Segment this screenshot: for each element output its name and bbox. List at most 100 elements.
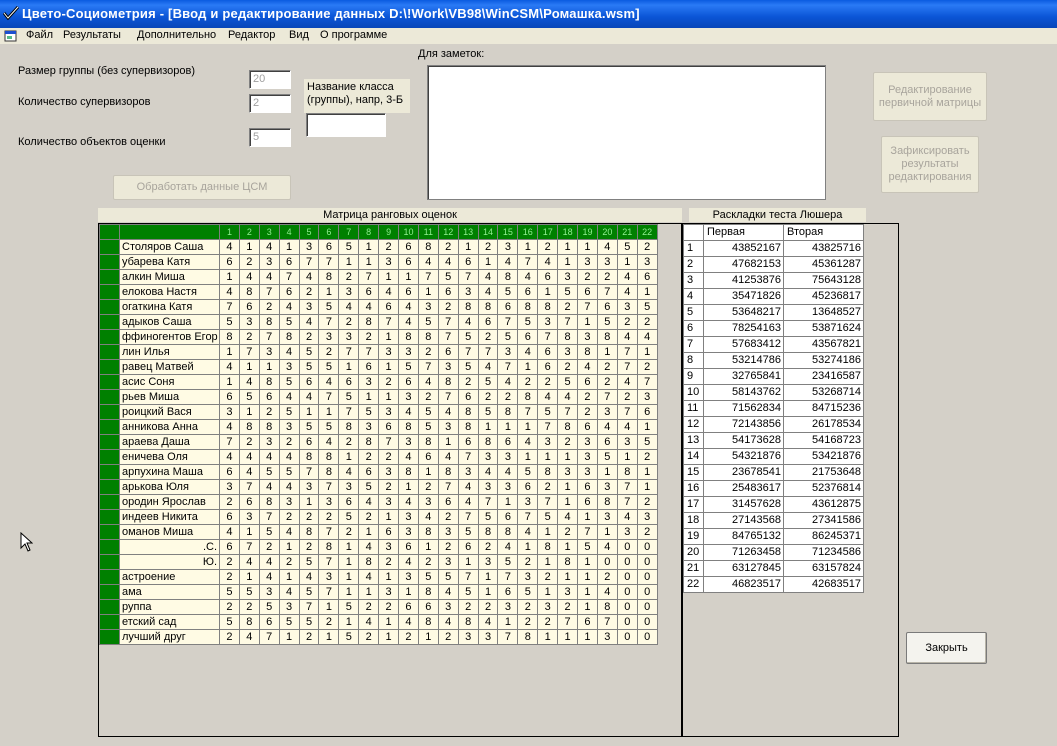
matrix-cell[interactable]: 7 [238,479,260,495]
matrix-cell[interactable]: 7 [278,269,300,285]
matrix-cell[interactable]: 7 [238,539,260,555]
matrix-cell[interactable]: 4 [497,374,519,390]
matrix-cell[interactable]: 1 [517,239,539,255]
matrix-cell[interactable]: 6 [517,329,539,345]
luscher-second-cell[interactable]: 27341586 [783,512,864,529]
matrix-cell[interactable]: 3 [398,344,419,360]
matrix-cell[interactable]: 3 [278,359,300,375]
luscher-row-number[interactable]: 3 [683,272,704,289]
matrix-cell[interactable]: 5 [238,584,260,600]
matrix-cell[interactable]: 3 [278,494,300,510]
matrix-cell[interactable]: 4 [298,314,320,330]
matrix-cell[interactable]: 5 [219,584,240,600]
matrix-cell[interactable]: 3 [219,404,240,420]
matrix-cell[interactable]: 4 [557,389,579,405]
luscher-second-cell[interactable]: 43612875 [783,496,864,513]
matrix-cell[interactable]: 1 [537,284,559,300]
matrix-cell[interactable]: 2 [477,599,499,615]
matrix-cell[interactable]: 5 [557,374,579,390]
matrix-cell[interactable]: 1 [577,554,598,570]
matrix-row-name[interactable]: равец Матвей [119,359,220,375]
matrix-cell[interactable]: 1 [378,614,400,630]
matrix-cell[interactable]: 3 [497,479,519,495]
matrix-cell[interactable]: 2 [338,524,360,540]
matrix-cell[interactable]: 8 [557,419,579,435]
matrix-cell[interactable]: 2 [557,524,579,540]
matrix-cell[interactable]: 1 [238,359,260,375]
matrix-cell[interactable]: 4 [437,254,459,270]
matrix-cell[interactable]: 4 [338,464,360,480]
fix-results-button[interactable]: Зафиксировать результаты редактирования [881,136,979,193]
matrix-cell[interactable]: 3 [398,389,419,405]
matrix-cell[interactable]: 5 [278,314,300,330]
matrix-cell[interactable]: 8 [417,524,439,540]
matrix-cell[interactable]: 1 [238,569,260,585]
matrix-cell[interactable]: 1 [457,239,479,255]
matrix-cell[interactable]: 2 [298,539,320,555]
matrix-cell[interactable]: 5 [219,314,240,330]
matrix-cell[interactable]: 6 [338,494,360,510]
matrix-row-name[interactable]: лин Илья [119,344,220,360]
matrix-cell[interactable]: 1 [378,329,400,345]
matrix-cell[interactable]: 1 [278,569,300,585]
matrix-cell[interactable]: 1 [318,599,340,615]
luscher-row-number[interactable]: 11 [683,400,704,417]
matrix-cell[interactable]: 6 [437,344,459,360]
matrix-cell[interactable]: 2 [537,374,559,390]
matrix-cell[interactable]: 2 [278,554,300,570]
matrix-cell[interactable]: 1 [517,539,539,555]
matrix-cell[interactable]: 8 [517,389,539,405]
matrix-row-name[interactable]: убарева Катя [119,254,220,270]
matrix-cell[interactable]: 3 [477,449,499,465]
matrix-cell[interactable]: 5 [338,239,360,255]
matrix-cell[interactable]: 6 [437,494,459,510]
matrix-cell[interactable]: 7 [318,389,340,405]
matrix-cell[interactable]: 1 [517,359,539,375]
matrix-cell[interactable]: 4 [557,509,579,525]
matrix-cell[interactable]: 6 [517,284,539,300]
matrix-cell[interactable]: 8 [596,599,618,615]
luscher-row-number[interactable]: 18 [683,512,704,529]
matrix-cell[interactable]: 3 [577,434,598,450]
matrix-cell[interactable]: 4 [437,449,459,465]
matrix-cell[interactable]: 7 [636,374,658,390]
luscher-first-cell[interactable]: 35471826 [703,288,784,305]
matrix-cell[interactable]: 3 [577,449,598,465]
matrix-cell[interactable]: 7 [318,479,340,495]
matrix-cell[interactable]: 2 [437,239,459,255]
matrix-cell[interactable]: 7 [537,494,559,510]
matrix-cell[interactable]: 5 [497,284,519,300]
matrix-cell[interactable]: 7 [358,269,380,285]
matrix-cell[interactable]: 7 [298,254,320,270]
matrix-cell[interactable]: 2 [219,629,240,645]
matrix-cell[interactable]: 3 [378,539,400,555]
matrix-cell[interactable]: 6 [219,464,240,480]
edit-primary-matrix-button[interactable]: Редактирование первичной матрицы [873,72,987,121]
matrix-cell[interactable]: 3 [577,254,598,270]
matrix-cell[interactable]: 7 [517,254,539,270]
matrix-cell[interactable]: 1 [557,479,579,495]
matrix-cell[interactable]: 8 [537,299,559,315]
matrix-cell[interactable]: 5 [338,509,360,525]
matrix-cell[interactable]: 2 [358,509,380,525]
luscher-row-number[interactable]: 6 [683,320,704,337]
matrix-cell[interactable]: 5 [596,314,618,330]
matrix-cell[interactable]: 4 [258,479,280,495]
matrix-row-header-cell[interactable] [99,569,120,585]
luscher-row-number[interactable]: 9 [683,368,704,385]
matrix-cell[interactable]: 5 [477,374,499,390]
matrix-cell[interactable]: 3 [338,479,360,495]
matrix-cell[interactable]: 1 [298,494,320,510]
matrix-cell[interactable]: 3 [398,509,419,525]
matrix-row-name[interactable]: етский сад [119,614,220,630]
luscher-second-cell[interactable]: 53268714 [783,384,864,401]
matrix-cell[interactable]: 1 [636,464,658,480]
matrix-cell[interactable]: 4 [398,554,419,570]
luscher-second-cell[interactable]: 71234586 [783,544,864,561]
matrix-cell[interactable]: 3 [636,254,658,270]
menu-additional[interactable]: Дополнительно [137,29,216,41]
matrix-cell[interactable]: 8 [417,614,439,630]
matrix-cell[interactable]: 3 [557,269,579,285]
luscher-first-cell[interactable]: 57683412 [703,336,784,353]
luscher-row-number[interactable]: 20 [683,544,704,561]
